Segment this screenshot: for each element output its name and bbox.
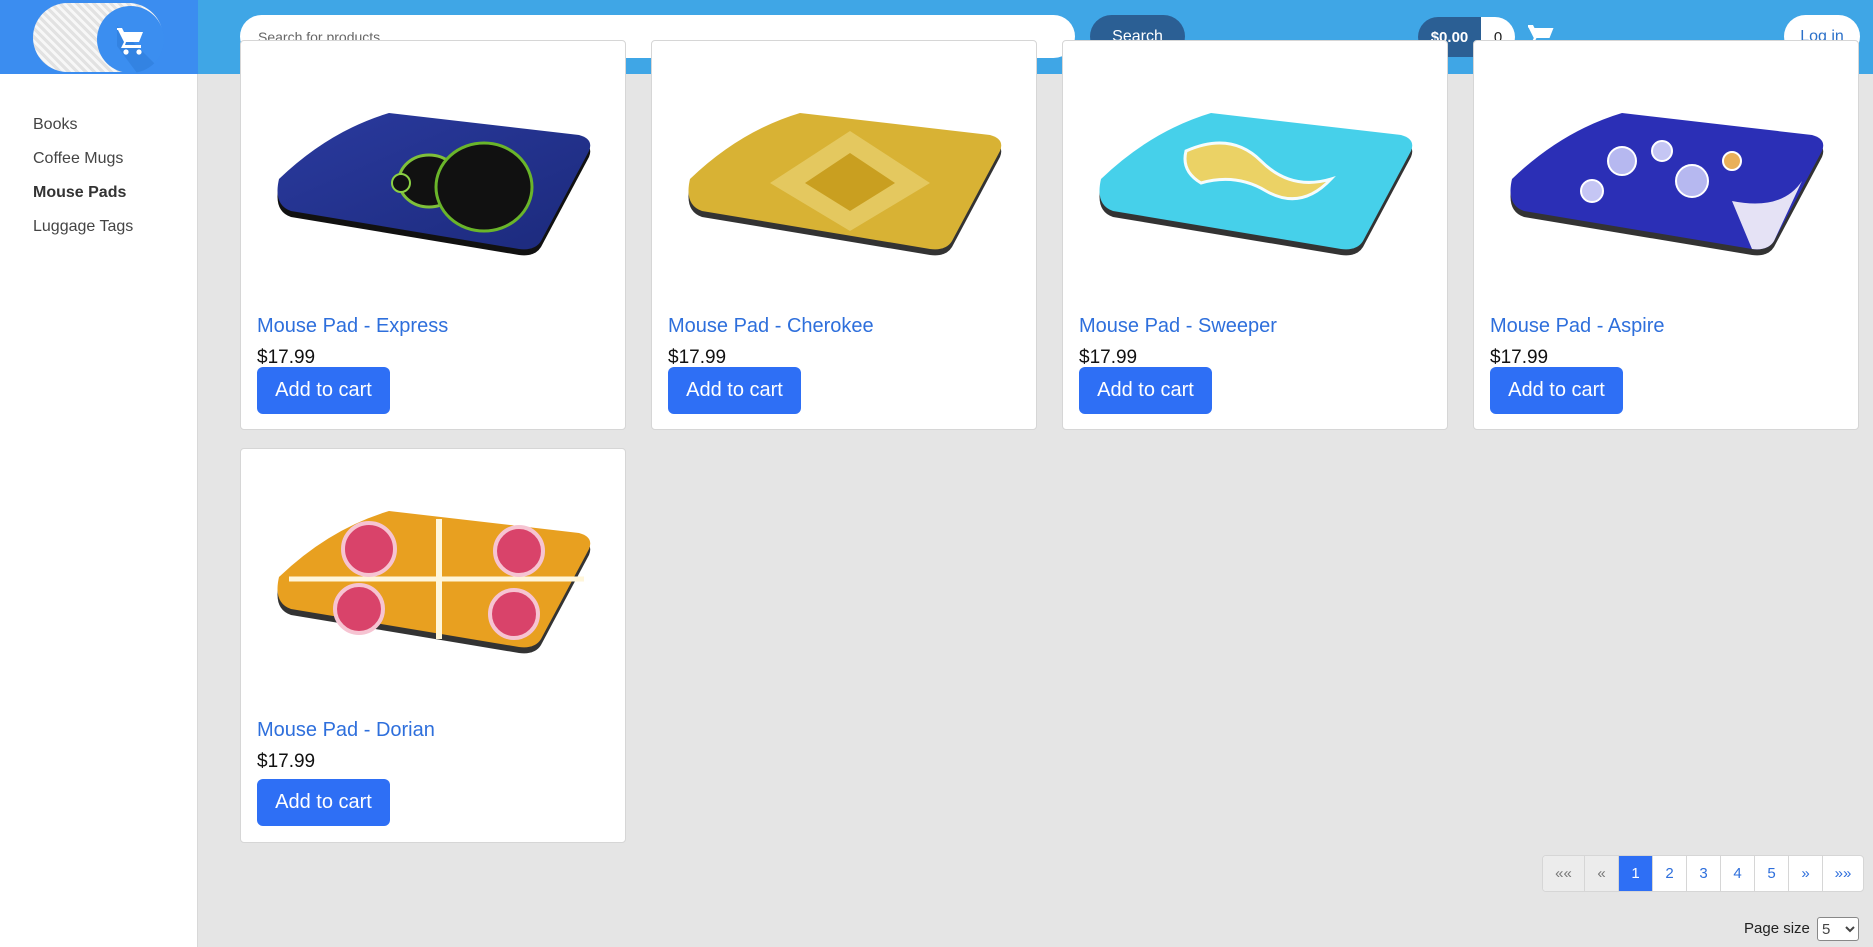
product-image[interactable] bbox=[1474, 71, 1858, 291]
shopping-cart-logo-icon bbox=[97, 6, 164, 73]
product-image[interactable] bbox=[241, 71, 625, 291]
product-price: $17.99 bbox=[1490, 347, 1549, 368]
last-page-button[interactable]: »» bbox=[1823, 856, 1863, 891]
page-button-4[interactable]: 4 bbox=[1721, 856, 1755, 891]
add-to-cart-button[interactable]: Add to cart bbox=[257, 779, 390, 826]
first-page-button[interactable]: «« bbox=[1543, 856, 1585, 891]
sidebar-item-luggage-tags[interactable]: Luggage Tags bbox=[33, 218, 133, 236]
product-title-link[interactable]: Mouse Pad - Aspire bbox=[1490, 315, 1665, 338]
logo-badge bbox=[33, 3, 164, 73]
sidebar-item-coffee-mugs[interactable]: Coffee Mugs bbox=[33, 150, 123, 168]
page-size-select[interactable]: 5 bbox=[1817, 917, 1859, 941]
product-title-link[interactable]: Mouse Pad - Express bbox=[257, 315, 448, 338]
product-price: $17.99 bbox=[668, 347, 727, 368]
product-image[interactable] bbox=[241, 469, 625, 689]
add-to-cart-button[interactable]: Add to cart bbox=[668, 367, 801, 414]
product-card: Mouse Pad - Express $17.99 Add to cart bbox=[240, 40, 626, 430]
page-size-label: Page size bbox=[1744, 920, 1810, 937]
next-page-button[interactable]: » bbox=[1789, 856, 1823, 891]
page-button-3[interactable]: 3 bbox=[1687, 856, 1721, 891]
product-title-link[interactable]: Mouse Pad - Dorian bbox=[257, 719, 435, 742]
add-to-cart-button[interactable]: Add to cart bbox=[1079, 367, 1212, 414]
pagination: «« « 1 2 3 4 5 » »» bbox=[1542, 855, 1864, 892]
product-price: $17.99 bbox=[257, 347, 316, 368]
sidebar-item-books[interactable]: Books bbox=[33, 116, 77, 134]
product-image[interactable] bbox=[652, 71, 1036, 291]
product-title-link[interactable]: Mouse Pad - Sweeper bbox=[1079, 315, 1277, 338]
add-to-cart-button[interactable]: Add to cart bbox=[257, 367, 390, 414]
product-image[interactable] bbox=[1063, 71, 1447, 291]
product-price: $17.99 bbox=[257, 751, 316, 772]
add-to-cart-button[interactable]: Add to cart bbox=[1490, 367, 1623, 414]
sidebar-item-mouse-pads[interactable]: Mouse Pads bbox=[33, 184, 126, 202]
logo-area[interactable] bbox=[0, 0, 198, 74]
product-title-link[interactable]: Mouse Pad - Cherokee bbox=[668, 315, 874, 338]
category-sidebar: Books Coffee Mugs Mouse Pads Luggage Tag… bbox=[0, 74, 198, 947]
page-button-1[interactable]: 1 bbox=[1619, 856, 1653, 891]
previous-page-button[interactable]: « bbox=[1585, 856, 1619, 891]
product-card: Mouse Pad - Cherokee $17.99 Add to cart bbox=[651, 40, 1037, 430]
product-price: $17.99 bbox=[1079, 347, 1138, 368]
product-card: Mouse Pad - Sweeper $17.99 Add to cart bbox=[1062, 40, 1448, 430]
product-card: Mouse Pad - Dorian $17.99 Add to cart bbox=[240, 448, 626, 843]
product-card: Mouse Pad - Aspire $17.99 Add to cart bbox=[1473, 40, 1859, 430]
page-button-2[interactable]: 2 bbox=[1653, 856, 1687, 891]
page-button-5[interactable]: 5 bbox=[1755, 856, 1789, 891]
